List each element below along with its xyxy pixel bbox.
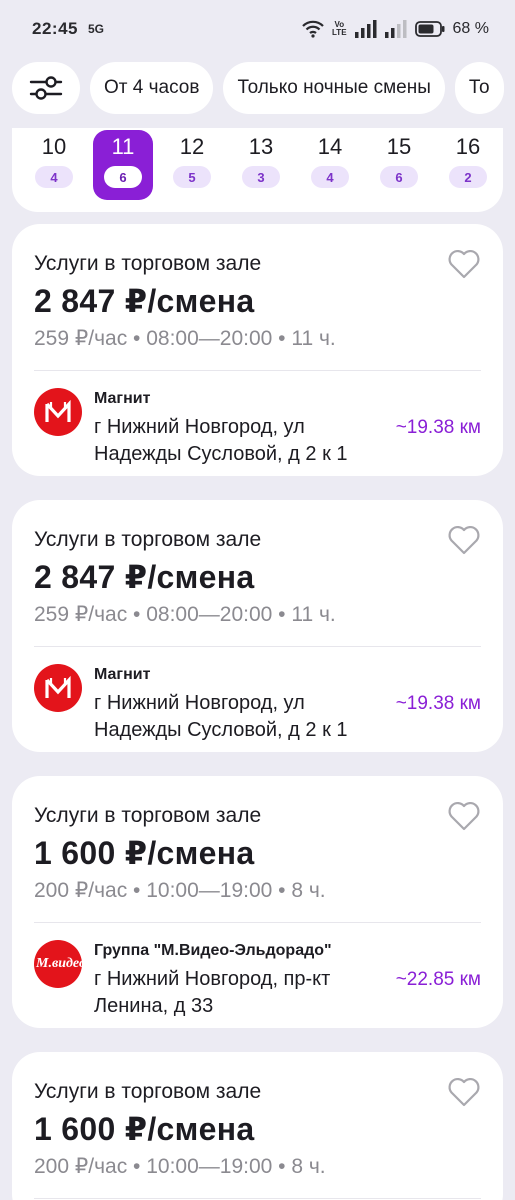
shift-card[interactable]: Услуги в торговом зале 1 600 ₽/смена 200… [12,776,503,1028]
shift-meta: 200 ₽/час • 10:00—19:00 • 8 ч. [34,879,326,902]
shift-address: г Нижний Новгород, ул Надежды Сусловой, … [94,692,348,741]
date-10[interactable]: 10 4 [24,128,84,200]
shift-count-badge: 6 [380,166,418,188]
shift-price: 1 600 ₽/смена [34,1111,255,1147]
date-15[interactable]: 15 6 [369,128,429,200]
filter-chip-4-hours[interactable]: От 4 часов [90,62,214,114]
date-13[interactable]: 13 3 [231,128,291,200]
shift-card[interactable]: Услуги в торговом зале 1 600 ₽/смена 200… [12,1052,503,1200]
favorite-heart-icon[interactable] [447,800,481,832]
shift-title: Услуги в торговом зале [34,1080,262,1103]
shift-meta: 259 ₽/час • 08:00—20:00 • 11 ч. [34,603,336,626]
volte-indicator: Vo LTE [332,20,347,37]
magnit-logo [34,664,82,712]
network-badge: 5G [87,22,104,36]
date-14[interactable]: 14 4 [300,128,360,200]
date-12[interactable]: 12 5 [162,128,222,200]
magnit-m-icon [45,675,71,698]
favorite-heart-icon[interactable] [447,1076,481,1108]
divider [34,370,481,371]
filter-settings-button[interactable] [12,62,80,114]
wifi-icon [302,20,324,38]
shift-count-badge: 6 [104,166,142,188]
filter-chip-more[interactable]: То [454,62,504,114]
divider [34,922,481,923]
shift-distance: ~19.38 км [395,417,481,438]
mvideo-logo: М.видео [34,940,82,988]
shift-title: Услуги в торговом зале [34,528,262,551]
shift-count-badge: 5 [173,166,211,188]
battery-icon [414,21,445,37]
filter-chip-night-shifts[interactable]: Только ночные смены [223,62,445,114]
shift-card[interactable]: Услуги в торговом зале 2 847 ₽/смена 259… [12,500,503,752]
status-bar: 22:45 5G Vo LTE 68 % [0,0,515,58]
magnit-m-icon [45,399,71,422]
company-name: Магнит [94,390,151,407]
divider [34,646,481,647]
shift-count-badge: 2 [449,166,487,188]
shift-distance: ~22.85 км [395,969,481,990]
shift-count-badge: 3 [242,166,280,188]
company-name: Магнит [94,666,151,683]
shift-price: 2 847 ₽/смена [34,559,255,595]
shift-address: г Нижний Новгород, пр-кт Ленина, д 33 [94,968,331,1017]
shift-count-badge: 4 [35,166,73,188]
signal-icon [354,20,377,38]
shift-price: 1 600 ₽/смена [34,835,255,871]
shift-distance: ~19.38 км [395,693,481,714]
battery-percent: 68 % [452,20,489,37]
shift-price: 2 847 ₽/смена [34,283,255,319]
favorite-heart-icon[interactable] [447,524,481,556]
date-11-selected[interactable]: 11 6 [93,130,153,200]
magnit-logo [34,388,82,436]
shift-count-badge: 4 [311,166,349,188]
divider [34,1198,481,1199]
signal-icon-2 [384,20,407,38]
favorite-heart-icon[interactable] [447,248,481,280]
company-name: Группа "М.Видео-Эльдорадо" [94,942,332,959]
date-16[interactable]: 16 2 [438,128,498,200]
shift-title: Услуги в торговом зале [34,804,262,827]
shift-meta: 200 ₽/час • 10:00—19:00 • 8 ч. [34,1155,326,1178]
shift-address: г Нижний Новгород, ул Надежды Сусловой, … [94,416,348,465]
shift-meta: 259 ₽/час • 08:00—20:00 • 11 ч. [34,327,336,350]
filter-sliders-icon [29,76,63,100]
shift-card[interactable]: Услуги в торговом зале 2 847 ₽/смена 259… [12,224,503,476]
filter-chips: От 4 часов Только ночные смены То [12,62,504,116]
shift-title: Услуги в торговом зале [34,252,262,275]
date-strip: 10 4 11 6 12 5 13 3 14 4 15 6 16 2 [12,128,503,212]
status-time: 22:45 [32,19,78,38]
